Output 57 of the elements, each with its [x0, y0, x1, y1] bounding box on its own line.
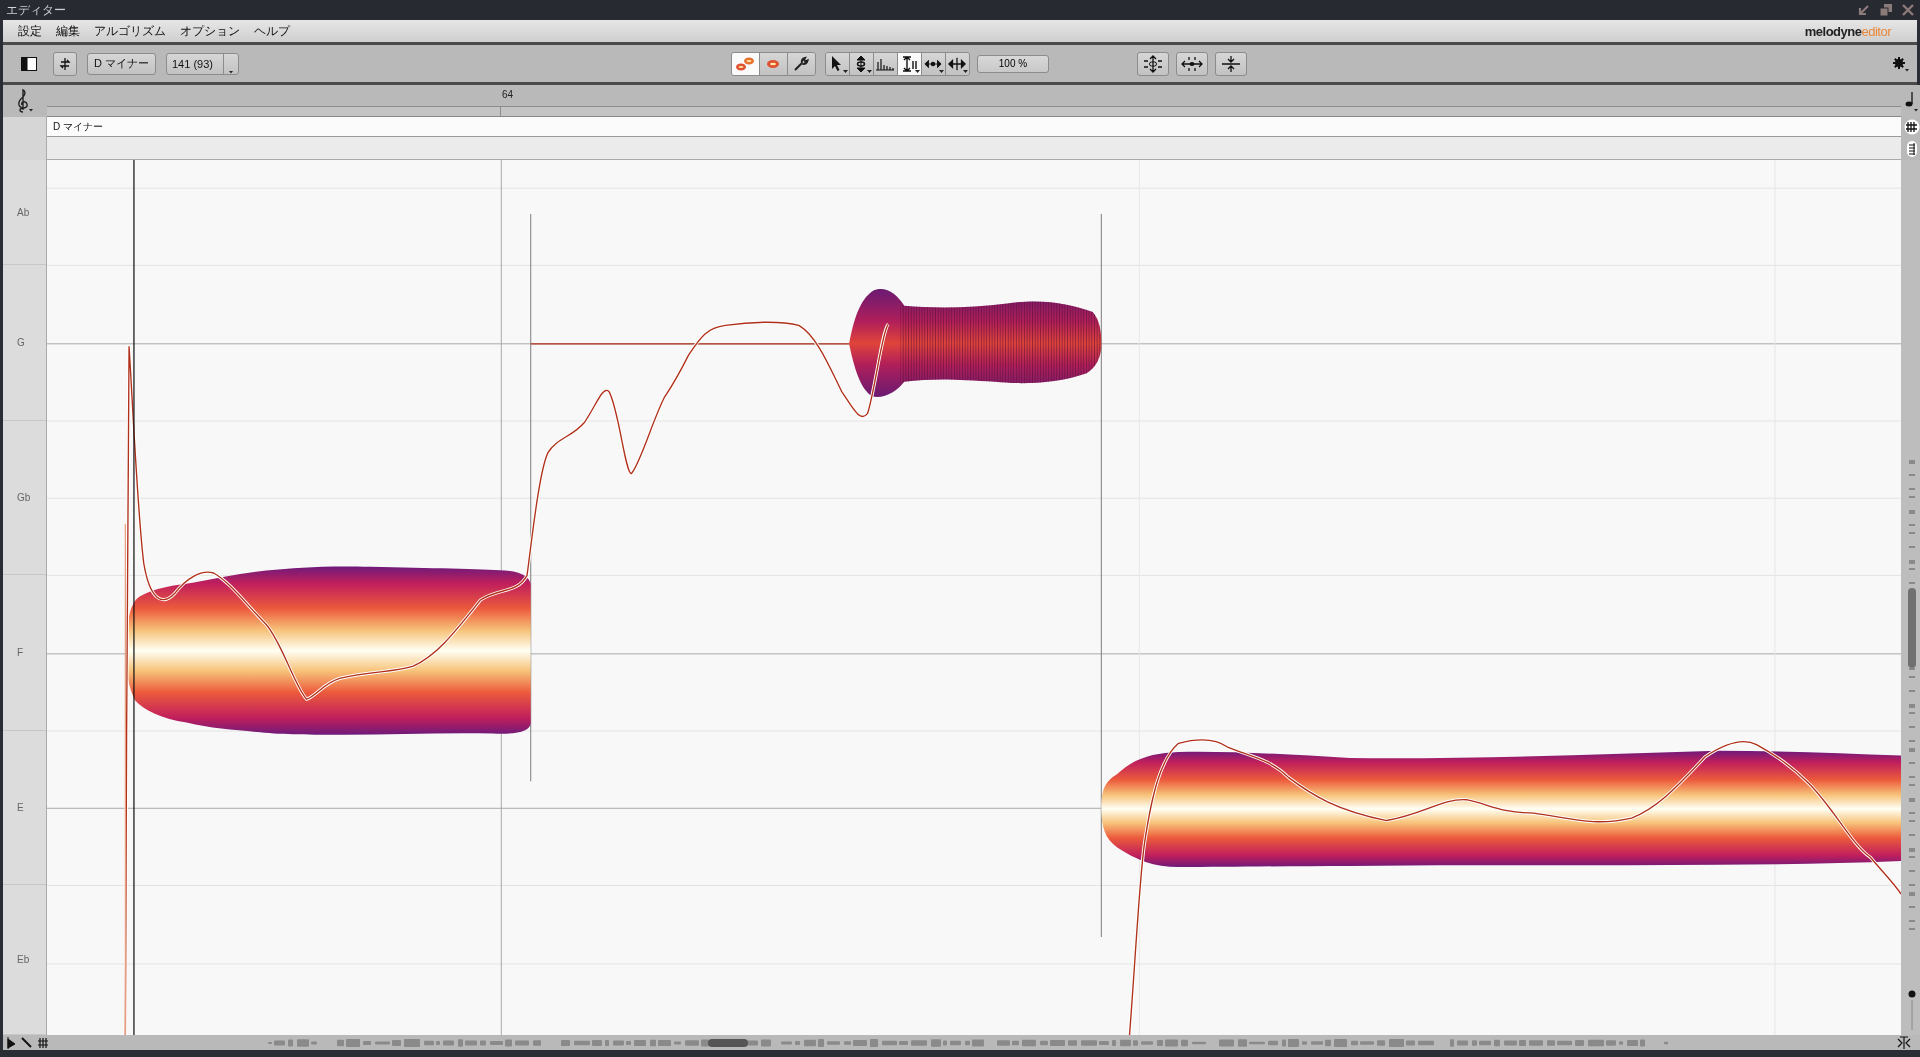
menu-item[interactable]: ヘルプ — [253, 22, 291, 40]
note-blob[interactable] — [1101, 750, 1901, 868]
wrench-icon — [793, 55, 810, 72]
clef-icon[interactable] — [15, 88, 35, 114]
menu-item[interactable]: 設定 — [17, 22, 43, 40]
tempo-dropdown[interactable]: 141 (93) — [166, 52, 239, 75]
restore-icon[interactable] — [1880, 4, 1892, 16]
tool-button[interactable] — [922, 52, 946, 75]
swap-arrow-icon — [58, 56, 72, 71]
panel-icon — [21, 56, 37, 71]
note-blob[interactable] — [126, 566, 531, 735]
pitch-label: E — [17, 802, 24, 814]
pitch-label: Ab — [17, 206, 30, 218]
formant-tool-icon — [901, 55, 918, 72]
pitch-center-icon — [1142, 54, 1164, 73]
tool-button[interactable] — [898, 52, 922, 75]
pitch-ruler-header — [3, 117, 47, 137]
time-center-icon — [1181, 54, 1203, 73]
move-tool-icon — [948, 55, 967, 72]
score-icon[interactable] — [1906, 139, 1918, 158]
tool-button[interactable] — [946, 52, 969, 75]
pitch-label: Gb — [17, 492, 31, 504]
caret-icon — [228, 68, 234, 75]
arrange-button[interactable] — [53, 51, 77, 76]
zoom-field[interactable]: 100 % — [977, 54, 1049, 73]
compress-icon — [1220, 54, 1242, 73]
settings-icon — [1892, 55, 1910, 72]
pencil-icon[interactable] — [21, 1036, 33, 1049]
macro-button[interactable] — [1137, 51, 1169, 76]
sharps-icon[interactable] — [1904, 119, 1920, 135]
tool-button[interactable] — [826, 52, 850, 75]
pitch-label: Eb — [17, 954, 30, 966]
tool-button[interactable] — [850, 52, 874, 75]
scale-button[interactable]: D マイナー — [87, 52, 156, 75]
scale-label: D マイナー — [53, 119, 103, 134]
mode-button[interactable] — [788, 52, 815, 75]
pitch-label: F — [17, 647, 24, 659]
macro-button[interactable] — [1215, 51, 1247, 76]
minimize-arrow-icon[interactable] — [1858, 4, 1870, 16]
note-blob[interactable] — [849, 289, 1102, 397]
split-icon[interactable] — [1897, 1035, 1911, 1050]
pitch-label: G — [17, 337, 25, 349]
note-blob-icon — [766, 58, 781, 69]
pitch-tool-icon — [854, 54, 869, 73]
tool-button[interactable] — [874, 52, 898, 75]
quarter-note-icon[interactable] — [1905, 90, 1919, 112]
note-blobs-icon — [735, 55, 756, 72]
close-icon[interactable] — [1902, 4, 1914, 16]
bar-number: 64 — [502, 89, 514, 100]
macro-button[interactable] — [1176, 51, 1208, 76]
brand-logo: melodyneeditor — [1804, 23, 1891, 39]
menu-item[interactable]: 編集 — [55, 22, 81, 40]
menu-item[interactable]: アルゴリズム — [93, 22, 167, 40]
playhead-tool-icon[interactable] — [7, 1036, 17, 1049]
sharps-icon[interactable] — [37, 1036, 49, 1049]
window-title: エディター — [6, 1, 66, 19]
menu-item[interactable]: オプション — [179, 22, 241, 40]
